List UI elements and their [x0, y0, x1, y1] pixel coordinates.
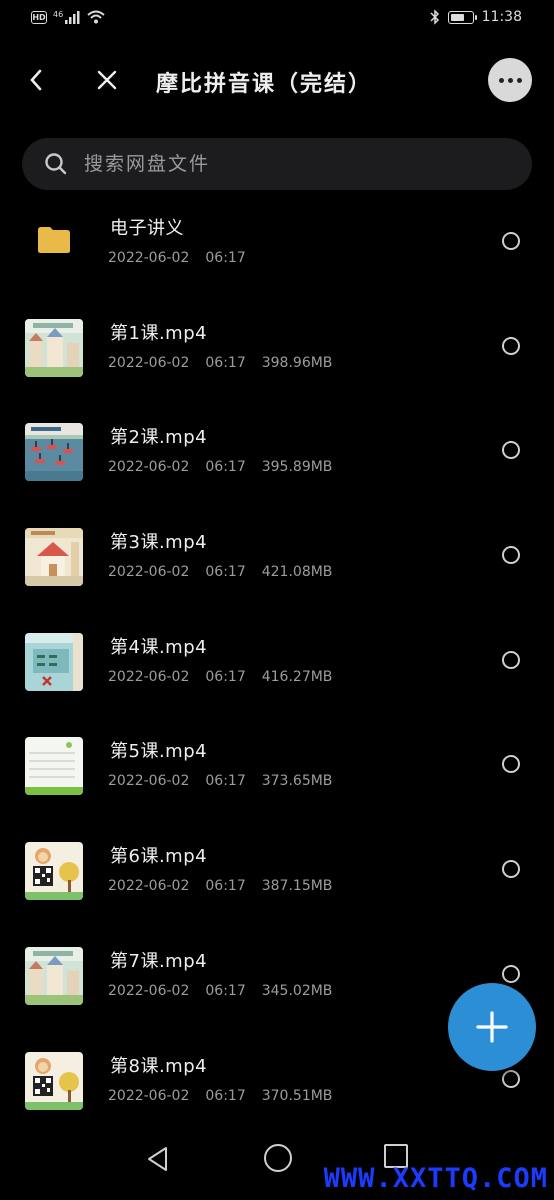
file-size: 370.51MB — [261, 1087, 333, 1104]
file-row[interactable]: 第3课.mp4 2022-06-02 06:17 421.08MB — [0, 504, 554, 609]
file-name: 第3课.mp4 — [110, 532, 208, 554]
file-size: 421.08MB — [261, 564, 333, 581]
watermark: WWW.XXTTQ.COM — [323, 1163, 548, 1194]
select-radio[interactable] — [502, 1069, 520, 1088]
file-time: 06:17 — [205, 250, 246, 266]
select-radio[interactable] — [502, 860, 520, 879]
search-input[interactable] — [82, 152, 486, 176]
search-icon — [45, 153, 67, 175]
video-thumbnail — [25, 423, 83, 482]
file-meta: 2022-06-02 06:17 387.15MB — [108, 878, 348, 894]
close-button[interactable] — [93, 66, 121, 94]
select-radio[interactable] — [502, 650, 520, 669]
file-name: 第8课.mp4 — [110, 1055, 208, 1077]
file-name: 第1课.mp4 — [110, 322, 208, 344]
clock: 11:38 — [481, 9, 522, 25]
file-size: 395.89MB — [261, 459, 333, 476]
file-size: 416.27MB — [261, 668, 333, 685]
file-size: 387.15MB — [261, 878, 333, 895]
file-size: 345.02MB — [261, 982, 333, 999]
file-meta: 2022-06-02 06:17 395.89MB — [108, 459, 348, 475]
video-thumbnail — [25, 318, 83, 377]
select-radio[interactable] — [502, 546, 520, 565]
file-size: 373.65MB — [261, 773, 333, 790]
file-time: 06:17 — [205, 668, 246, 685]
file-row[interactable]: 第4课.mp4 2022-06-02 06:17 416.27MB — [0, 609, 554, 714]
video-thumbnail — [25, 946, 83, 1005]
file-row[interactable]: 第2课.mp4 2022-06-02 06:17 395.89MB — [0, 399, 554, 504]
hd-voice-icon: HD — [31, 10, 47, 24]
search-bar[interactable] — [22, 138, 532, 190]
video-thumbnail — [25, 842, 83, 901]
file-meta: 2022-06-02 06:17 398.96MB — [108, 355, 348, 371]
file-meta: 2022-06-02 06:17 345.02MB — [108, 983, 348, 999]
file-date: 2022-06-02 — [108, 354, 190, 371]
select-radio[interactable] — [502, 964, 520, 983]
file-row[interactable]: 第6课.mp4 2022-06-02 06:17 387.15MB — [0, 818, 554, 923]
select-radio[interactable] — [502, 232, 520, 250]
signal-icon — [65, 10, 80, 24]
more-dot-icon — [507, 77, 513, 83]
file-meta: 2022-06-02 06:17 370.51MB — [108, 1088, 348, 1104]
page-title: 摩比拼音课（完结） — [156, 72, 373, 97]
file-name: 第7课.mp4 — [110, 950, 208, 972]
video-thumbnail — [25, 1051, 83, 1110]
wifi-icon — [87, 10, 105, 24]
file-row[interactable]: 第1课.mp4 2022-06-02 06:17 398.96MB — [0, 295, 554, 400]
file-meta: 2022-06-02 06:17 373.65MB — [108, 773, 348, 789]
more-options-button[interactable] — [488, 58, 532, 102]
select-radio[interactable] — [502, 755, 520, 774]
file-meta: 2022-06-02 06:17 416.27MB — [108, 669, 348, 685]
status-bar: HD 46 11:38 — [0, 0, 554, 38]
more-dot-icon — [516, 77, 522, 83]
select-radio[interactable] — [502, 336, 520, 355]
video-thumbnail — [25, 528, 83, 587]
add-button[interactable] — [448, 983, 536, 1071]
file-date: 2022-06-02 — [108, 1087, 190, 1104]
video-thumbnail — [25, 632, 83, 691]
nav-back-icon[interactable] — [146, 1146, 170, 1172]
file-time: 06:17 — [205, 982, 246, 999]
file-time: 06:17 — [205, 564, 246, 581]
file-date: 2022-06-02 — [108, 564, 190, 581]
file-date: 2022-06-02 — [108, 459, 190, 476]
file-date: 2022-06-02 — [108, 668, 190, 685]
file-time: 06:17 — [205, 1087, 246, 1104]
file-name: 第5课.mp4 — [110, 741, 208, 763]
back-button[interactable] — [22, 66, 50, 94]
file-name: 电子讲义 — [110, 218, 184, 239]
file-date: 2022-06-02 — [108, 878, 190, 895]
file-name: 第4课.mp4 — [110, 636, 208, 658]
chevron-left-icon — [30, 69, 42, 91]
folder-icon — [38, 227, 70, 253]
more-dot-icon — [498, 77, 504, 83]
file-meta: 2022-06-02 06:17 — [108, 250, 278, 266]
file-time: 06:17 — [205, 459, 246, 476]
file-meta: 2022-06-02 06:17 421.08MB — [108, 564, 348, 580]
file-date: 2022-06-02 — [108, 773, 190, 790]
close-icon — [97, 70, 117, 90]
network-type-label: 46 — [53, 9, 64, 19]
title-bar: 摩比拼音课（完结） — [0, 48, 554, 114]
video-thumbnail — [25, 737, 83, 796]
plus-icon — [476, 1011, 508, 1043]
nav-home-icon[interactable] — [264, 1144, 292, 1172]
file-name: 第6课.mp4 — [110, 846, 208, 868]
file-date: 2022-06-02 — [108, 250, 190, 266]
select-radio[interactable] — [502, 441, 520, 460]
battery-icon — [447, 10, 477, 24]
file-time: 06:17 — [205, 354, 246, 371]
file-time: 06:17 — [205, 773, 246, 790]
file-size: 398.96MB — [261, 354, 333, 371]
file-row[interactable]: 第5课.mp4 2022-06-02 06:17 373.65MB — [0, 713, 554, 818]
file-name: 第2课.mp4 — [110, 427, 208, 449]
file-row[interactable]: 电子讲义 2022-06-02 06:17 — [0, 190, 554, 295]
file-time: 06:17 — [205, 878, 246, 895]
bluetooth-icon — [430, 9, 439, 25]
file-date: 2022-06-02 — [108, 982, 190, 999]
